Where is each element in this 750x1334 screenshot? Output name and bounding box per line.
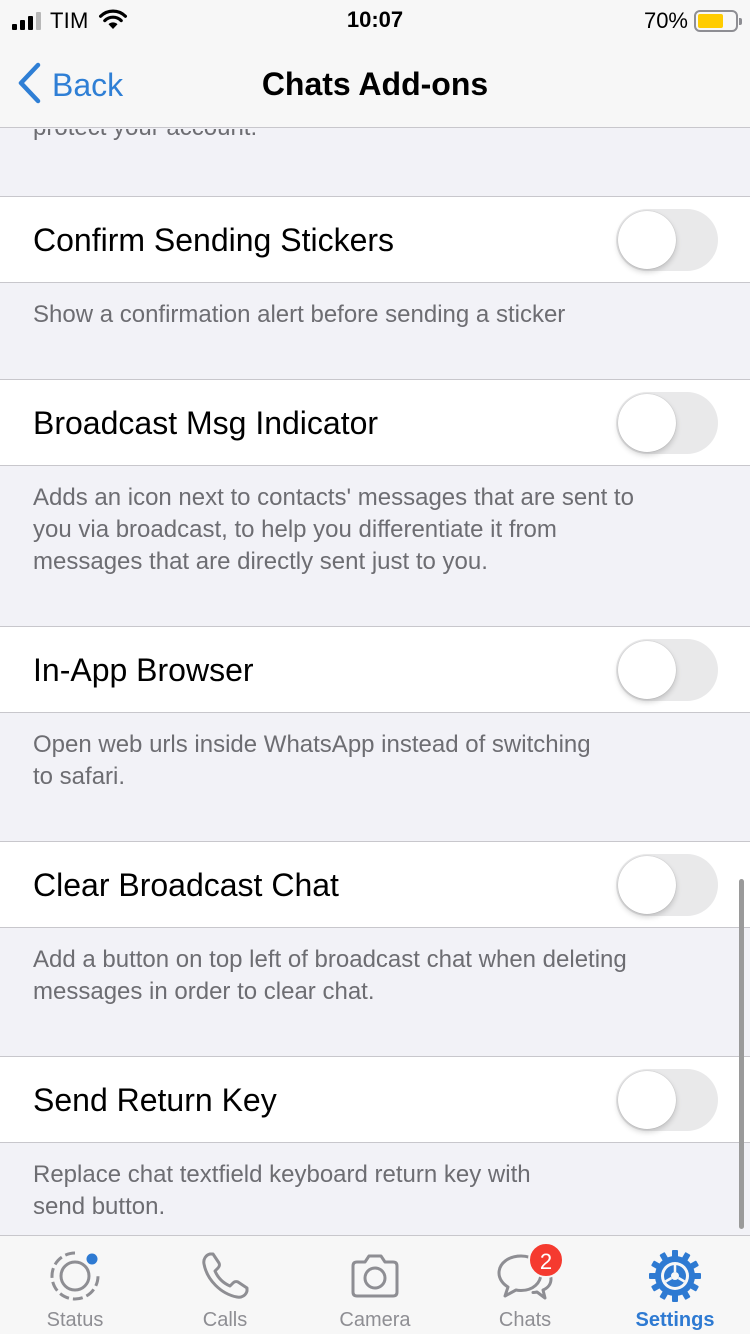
setting-label: Clear Broadcast Chat <box>33 867 339 903</box>
camera-icon <box>300 1248 450 1304</box>
status-bar: TIM 10:07 70% <box>0 0 750 40</box>
clear-broadcast-chat-toggle[interactable] <box>616 854 718 916</box>
unread-badge: 2 <box>528 1242 564 1278</box>
setting-description: Adds an icon next to contacts' messages … <box>33 484 634 575</box>
broadcast-msg-indicator-toggle[interactable] <box>616 392 718 454</box>
status-bar-right: 70% <box>643 8 742 34</box>
setting-label: Confirm Sending Stickers <box>33 222 395 258</box>
battery-icon <box>694 10 742 32</box>
send-return-key-toggle[interactable] <box>616 1069 718 1131</box>
setting-row-confirm-sending-stickers[interactable]: Confirm Sending Stickers <box>0 196 750 283</box>
setting-description: Show a confirmation alert before sending… <box>33 301 566 328</box>
status-time: 10:07 <box>346 7 404 32</box>
setting-row-clear-broadcast-chat[interactable]: Clear Broadcast Chat <box>0 841 750 928</box>
setting-row-broadcast-msg-indicator[interactable]: Broadcast Msg Indicator <box>0 379 750 466</box>
section-footer-text: protect your account. <box>33 129 257 142</box>
gear-icon <box>600 1248 750 1304</box>
page-title: Chats Add-ons <box>261 66 489 102</box>
setting-label: In-App Browser <box>33 652 254 688</box>
tab-settings[interactable]: Settings <box>600 1236 750 1334</box>
status-icon <box>0 1248 150 1304</box>
tab-label: Calls <box>202 1309 248 1331</box>
tab-calls[interactable]: Calls <box>150 1236 300 1334</box>
battery-percent: 70% <box>643 8 688 33</box>
tab-label: Status <box>46 1309 104 1331</box>
setting-row-in-app-browser[interactable]: In-App Browser <box>0 626 750 713</box>
battery-level-fill <box>698 14 723 28</box>
phone-icon <box>150 1248 300 1304</box>
scrollbar[interactable] <box>739 879 744 1229</box>
confirm-sending-stickers-toggle[interactable] <box>616 209 718 271</box>
tab-status[interactable]: Status <box>0 1236 150 1334</box>
settings-list[interactable]: protect your account. Confirm Sending St… <box>0 129 750 1235</box>
tab-label: Camera <box>339 1309 411 1331</box>
setting-description: Add a button on top left of broadcast ch… <box>33 946 627 1005</box>
tab-label: Settings <box>635 1309 715 1331</box>
tab-chats[interactable]: 2 Chats <box>450 1236 600 1334</box>
tab-bar: Status Calls Camera 2 Chats Settings <box>0 1235 750 1334</box>
setting-label: Broadcast Msg Indicator <box>33 405 379 441</box>
setting-label: Send Return Key <box>33 1082 277 1118</box>
navigation-bar: Back Chats Add-ons <box>0 40 750 128</box>
tab-label: Chats <box>498 1309 552 1331</box>
chat-bubbles-icon <box>450 1248 600 1304</box>
tab-camera[interactable]: Camera <box>300 1236 450 1334</box>
setting-description: Replace chat textfield keyboard return k… <box>33 1161 531 1220</box>
setting-description: Open web urls inside WhatsApp instead of… <box>33 731 591 790</box>
setting-row-send-return-key[interactable]: Send Return Key <box>0 1056 750 1143</box>
in-app-browser-toggle[interactable] <box>616 639 718 701</box>
